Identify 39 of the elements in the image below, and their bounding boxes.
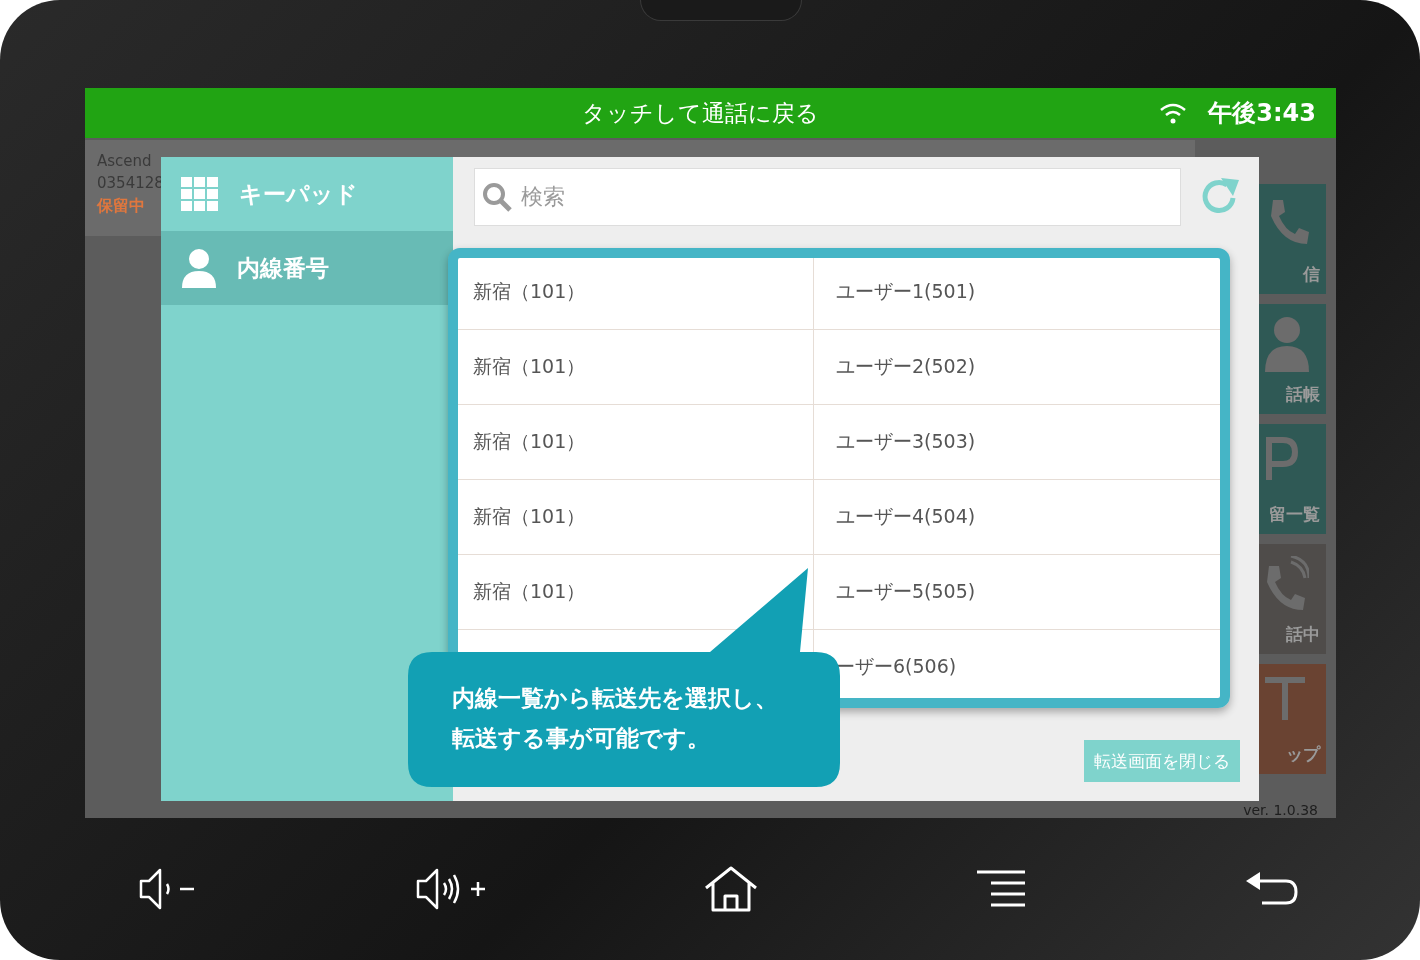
letter-p-icon	[1265, 436, 1299, 480]
menu-item[interactable]: キーパッド	[161, 157, 453, 231]
user-text: ユーザー4(504)	[836, 504, 976, 529]
menu-icon[interactable]	[975, 869, 1027, 909]
tooltip-text: 転送する事が可能です。	[452, 724, 710, 753]
phone-ringing-icon	[1265, 556, 1309, 612]
user-text: ユーザー3(503)	[836, 429, 976, 454]
person-icon	[181, 248, 217, 288]
tile-label: 留一覧	[1269, 503, 1320, 526]
group-text: 新宿（101）	[473, 429, 586, 454]
letter-t-icon	[1265, 676, 1305, 720]
home-icon[interactable]	[704, 866, 758, 912]
user-text: ユーザー5(505)	[836, 579, 976, 604]
group-text: 新宿（101）	[473, 279, 586, 304]
version-text: ver. 1.0.38	[1242, 803, 1319, 817]
volume-up-icon[interactable]	[415, 866, 487, 912]
user-text: ユーザー2(502)	[836, 354, 976, 379]
person-icon	[1265, 316, 1309, 372]
close-transfer-button[interactable]: 転送画面を閉じる	[1084, 740, 1240, 782]
tile-label: 信	[1303, 263, 1320, 286]
user-text: ーザー6(506)	[836, 654, 957, 679]
keypad-icon	[181, 177, 219, 211]
search-field[interactable]: 検索	[474, 167, 1181, 226]
tile-label: ップ	[1286, 743, 1320, 766]
call-state: 保留中	[97, 196, 145, 217]
menu-item[interactable]: 内線番号	[161, 231, 453, 305]
user-text: ユーザー1(501)	[836, 279, 976, 304]
tile-label: 話中	[1286, 623, 1320, 646]
group-text: 新宿（101）	[473, 579, 586, 604]
clock-time: 午後3:43	[1208, 98, 1316, 129]
menu-item-label: 内線番号	[237, 253, 329, 283]
group-text: 新宿（101）	[473, 504, 586, 529]
return-to-call-text: タッチして通話に戻る	[582, 98, 819, 128]
tile-label: 話帳	[1286, 383, 1320, 406]
tooltip-text: 内線一覧から転送先を選択し、	[452, 684, 778, 713]
group-text: 新宿（101）	[473, 354, 586, 379]
menu-item-label: キーパッド	[239, 179, 358, 209]
search-icon	[482, 181, 512, 212]
status-bar[interactable]: タッチして通話に戻る 午後3:43	[85, 88, 1336, 138]
